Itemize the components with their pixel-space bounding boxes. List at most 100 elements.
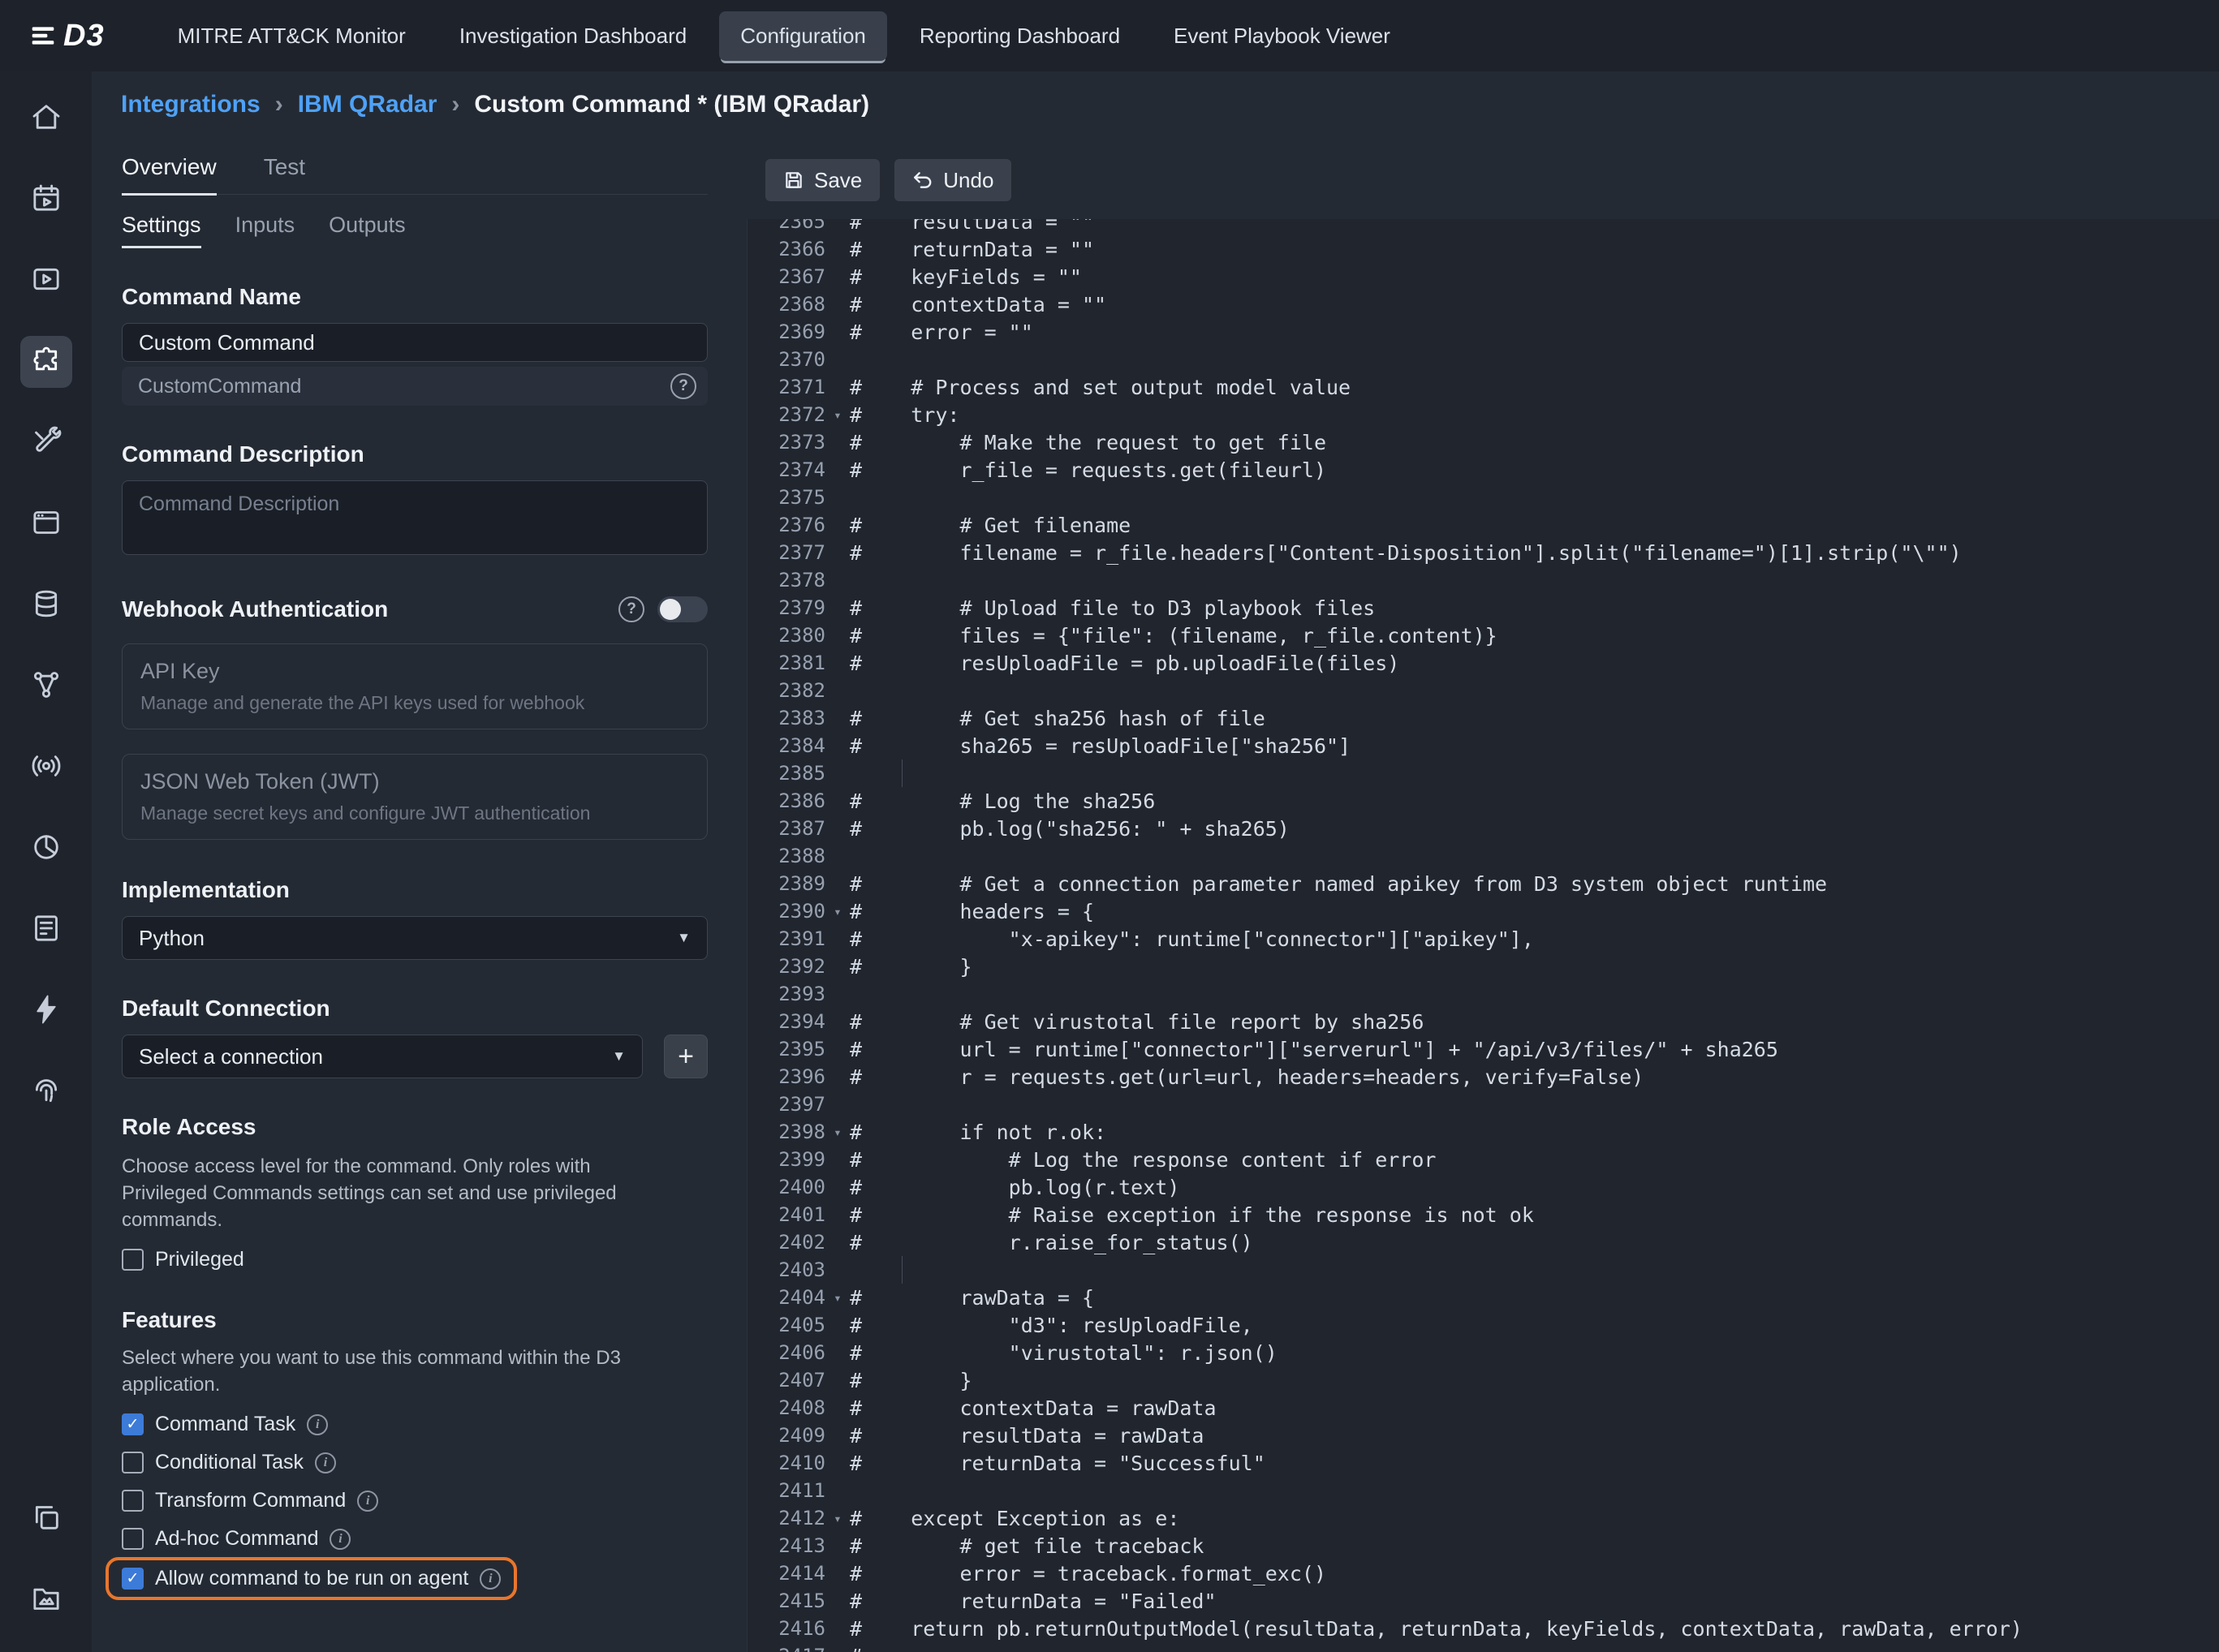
code-line[interactable]: 2401# # Raise exception if the response …	[748, 1201, 2219, 1228]
code-line[interactable]: 2388	[748, 842, 2219, 870]
info-icon[interactable]: i	[330, 1529, 351, 1550]
checkbox-row-ad-hoc-command[interactable]: Ad-hoc Commandi	[122, 1527, 351, 1551]
rail-item-copy[interactable]	[20, 1493, 72, 1545]
code-line[interactable]: 2414# error = traceback.format_exc()	[748, 1560, 2219, 1587]
code-line[interactable]: 2397	[748, 1091, 2219, 1118]
rail-item-puzzle[interactable]	[20, 336, 72, 388]
code-line[interactable]: 2385	[748, 759, 2219, 787]
code-line[interactable]: 2375	[748, 484, 2219, 511]
code-line[interactable]: 2402# r.raise_for_status()	[748, 1228, 2219, 1256]
breadcrumb-item-ibm-qradar[interactable]: IBM QRadar	[298, 91, 437, 118]
code-line[interactable]: 2398▾# if not r.ok:	[748, 1118, 2219, 1146]
code-line[interactable]: 2380# files = {"file": (filename, r_file…	[748, 622, 2219, 649]
rail-item-video[interactable]	[20, 255, 72, 307]
implementation-select[interactable]: Python ▼	[122, 916, 708, 960]
code-line[interactable]: 2399# # Log the response content if erro…	[748, 1146, 2219, 1173]
code-line[interactable]: 2408# contextData = rawData	[748, 1394, 2219, 1422]
code-line[interactable]: 2382	[748, 677, 2219, 704]
code-line[interactable]: 2405# "d3": resUploadFile,	[748, 1311, 2219, 1339]
rail-item-form[interactable]	[20, 904, 72, 956]
rail-item-broadcast[interactable]	[20, 742, 72, 794]
rail-item-folder[interactable]	[20, 1574, 72, 1626]
command-name-input[interactable]	[122, 323, 708, 362]
code-line[interactable]: 2396# r = requests.get(url=url, headers=…	[748, 1063, 2219, 1091]
info-icon[interactable]: i	[480, 1568, 501, 1590]
code-line[interactable]: 2372▾# try:	[748, 401, 2219, 428]
code-editor[interactable]: 2365# resultData = ""2366# returnData = …	[747, 219, 2219, 1652]
nav-item-investigation-dashboard[interactable]: Investigation Dashboard	[438, 11, 708, 61]
code-line[interactable]: 2400# pb.log(r.text)	[748, 1173, 2219, 1201]
subtab-inputs[interactable]: Inputs	[235, 213, 295, 248]
fold-arrow-icon[interactable]: ▾	[825, 1511, 850, 1526]
checkbox-row-transform-command[interactable]: Transform Commandi	[122, 1489, 378, 1512]
code-line[interactable]: 2395# url = runtime["connector"]["server…	[748, 1035, 2219, 1063]
help-icon[interactable]: ?	[618, 596, 644, 622]
code-line[interactable]: 2387# pb.log("sha256: " + sha265)	[748, 815, 2219, 842]
code-line[interactable]: 2367# keyFields = ""	[748, 263, 2219, 290]
checkbox-transform-command[interactable]	[122, 1490, 144, 1512]
code-line[interactable]: 2377# filename = r_file.headers["Content…	[748, 539, 2219, 566]
checkbox-row-privileged[interactable]: Privileged	[122, 1248, 244, 1271]
subtab-settings[interactable]: Settings	[122, 213, 201, 248]
code-line[interactable]: 2379# # Upload file to D3 playbook files	[748, 594, 2219, 622]
code-line[interactable]: 2371# # Process and set output model val…	[748, 373, 2219, 401]
code-line[interactable]: 2378	[748, 566, 2219, 594]
checkbox-row-conditional-task[interactable]: Conditional Taski	[122, 1451, 336, 1474]
rail-item-tools[interactable]	[20, 417, 72, 469]
code-line[interactable]: 2368# contextData = ""	[748, 290, 2219, 318]
code-line[interactable]: 2386# # Log the sha256	[748, 787, 2219, 815]
info-icon[interactable]: i	[307, 1414, 328, 1435]
code-line[interactable]: 2365# resultData = ""	[748, 219, 2219, 235]
webhook-auth-toggle[interactable]	[657, 596, 708, 622]
code-line[interactable]: 2404▾# rawData = {	[748, 1284, 2219, 1311]
fold-arrow-icon[interactable]: ▾	[825, 1125, 850, 1140]
checkbox-command-task[interactable]: ✓	[122, 1413, 144, 1435]
code-line[interactable]: 2394# # Get virustotal file report by sh…	[748, 1008, 2219, 1035]
info-icon[interactable]: i	[315, 1452, 336, 1473]
code-line[interactable]: 2391# "x-apikey": runtime["connector"]["…	[748, 925, 2219, 953]
rail-item-database[interactable]	[20, 579, 72, 631]
help-icon[interactable]: ?	[670, 373, 696, 399]
code-line[interactable]: 2403	[748, 1256, 2219, 1284]
fold-arrow-icon[interactable]: ▾	[825, 904, 850, 919]
info-icon[interactable]: i	[357, 1491, 378, 1512]
tab-overview[interactable]: Overview	[122, 154, 217, 196]
checkbox-conditional-task[interactable]	[122, 1452, 144, 1473]
code-line[interactable]: 2406# "virustotal": r.json()	[748, 1339, 2219, 1366]
code-line[interactable]: 2411	[748, 1477, 2219, 1504]
rail-item-schedule[interactable]	[20, 174, 72, 226]
code-line[interactable]: 2383# # Get sha256 hash of file	[748, 704, 2219, 732]
fold-arrow-icon[interactable]: ▾	[825, 407, 850, 423]
rail-item-window[interactable]	[20, 498, 72, 550]
code-line[interactable]: 2381# resUploadFile = pb.uploadFile(file…	[748, 649, 2219, 677]
code-line[interactable]: 2409# resultData = rawData	[748, 1422, 2219, 1449]
default-connection-select[interactable]: Select a connection ▼	[122, 1035, 643, 1078]
subtab-outputs[interactable]: Outputs	[329, 213, 406, 248]
code-line[interactable]: 2417#	[748, 1642, 2219, 1652]
rail-item-home[interactable]	[20, 92, 72, 144]
d3-logo[interactable]: D3	[29, 19, 105, 54]
code-line[interactable]: 2369# error = ""	[748, 318, 2219, 346]
checkbox-ad-hoc-command[interactable]	[122, 1528, 144, 1550]
checkbox-row-command-task[interactable]: ✓Command Taski	[122, 1413, 328, 1436]
tab-test[interactable]: Test	[264, 154, 305, 194]
code-line[interactable]: 2412▾# except Exception as e:	[748, 1504, 2219, 1532]
nav-item-mitre-att-ck-monitor[interactable]: MITRE ATT&CK Monitor	[157, 11, 427, 61]
code-line[interactable]: 2370	[748, 346, 2219, 373]
code-line[interactable]: 2416# return pb.returnOutputModel(result…	[748, 1615, 2219, 1642]
code-line[interactable]: 2366# returnData = ""	[748, 235, 2219, 263]
code-line[interactable]: 2413# # get file traceback	[748, 1532, 2219, 1560]
nav-item-reporting-dashboard[interactable]: Reporting Dashboard	[898, 11, 1141, 61]
code-line[interactable]: 2390▾# headers = {	[748, 897, 2219, 925]
command-description-input[interactable]	[122, 480, 708, 555]
checkbox-privileged[interactable]	[122, 1249, 144, 1271]
code-line[interactable]: 2374# r_file = requests.get(fileurl)	[748, 456, 2219, 484]
rail-item-fingerprint[interactable]	[20, 1066, 72, 1118]
add-connection-button[interactable]: +	[664, 1035, 708, 1078]
code-line[interactable]: 2392# }	[748, 953, 2219, 980]
rail-item-bolt[interactable]	[20, 985, 72, 1037]
checkbox-row-allow-command-to-be-run-on-agent[interactable]: ✓Allow command to be run on agenti	[106, 1557, 517, 1600]
rail-item-pie[interactable]	[20, 823, 72, 875]
nav-item-event-playbook-viewer[interactable]: Event Playbook Viewer	[1153, 11, 1411, 61]
code-line[interactable]: 2415# returnData = "Failed"	[748, 1587, 2219, 1615]
